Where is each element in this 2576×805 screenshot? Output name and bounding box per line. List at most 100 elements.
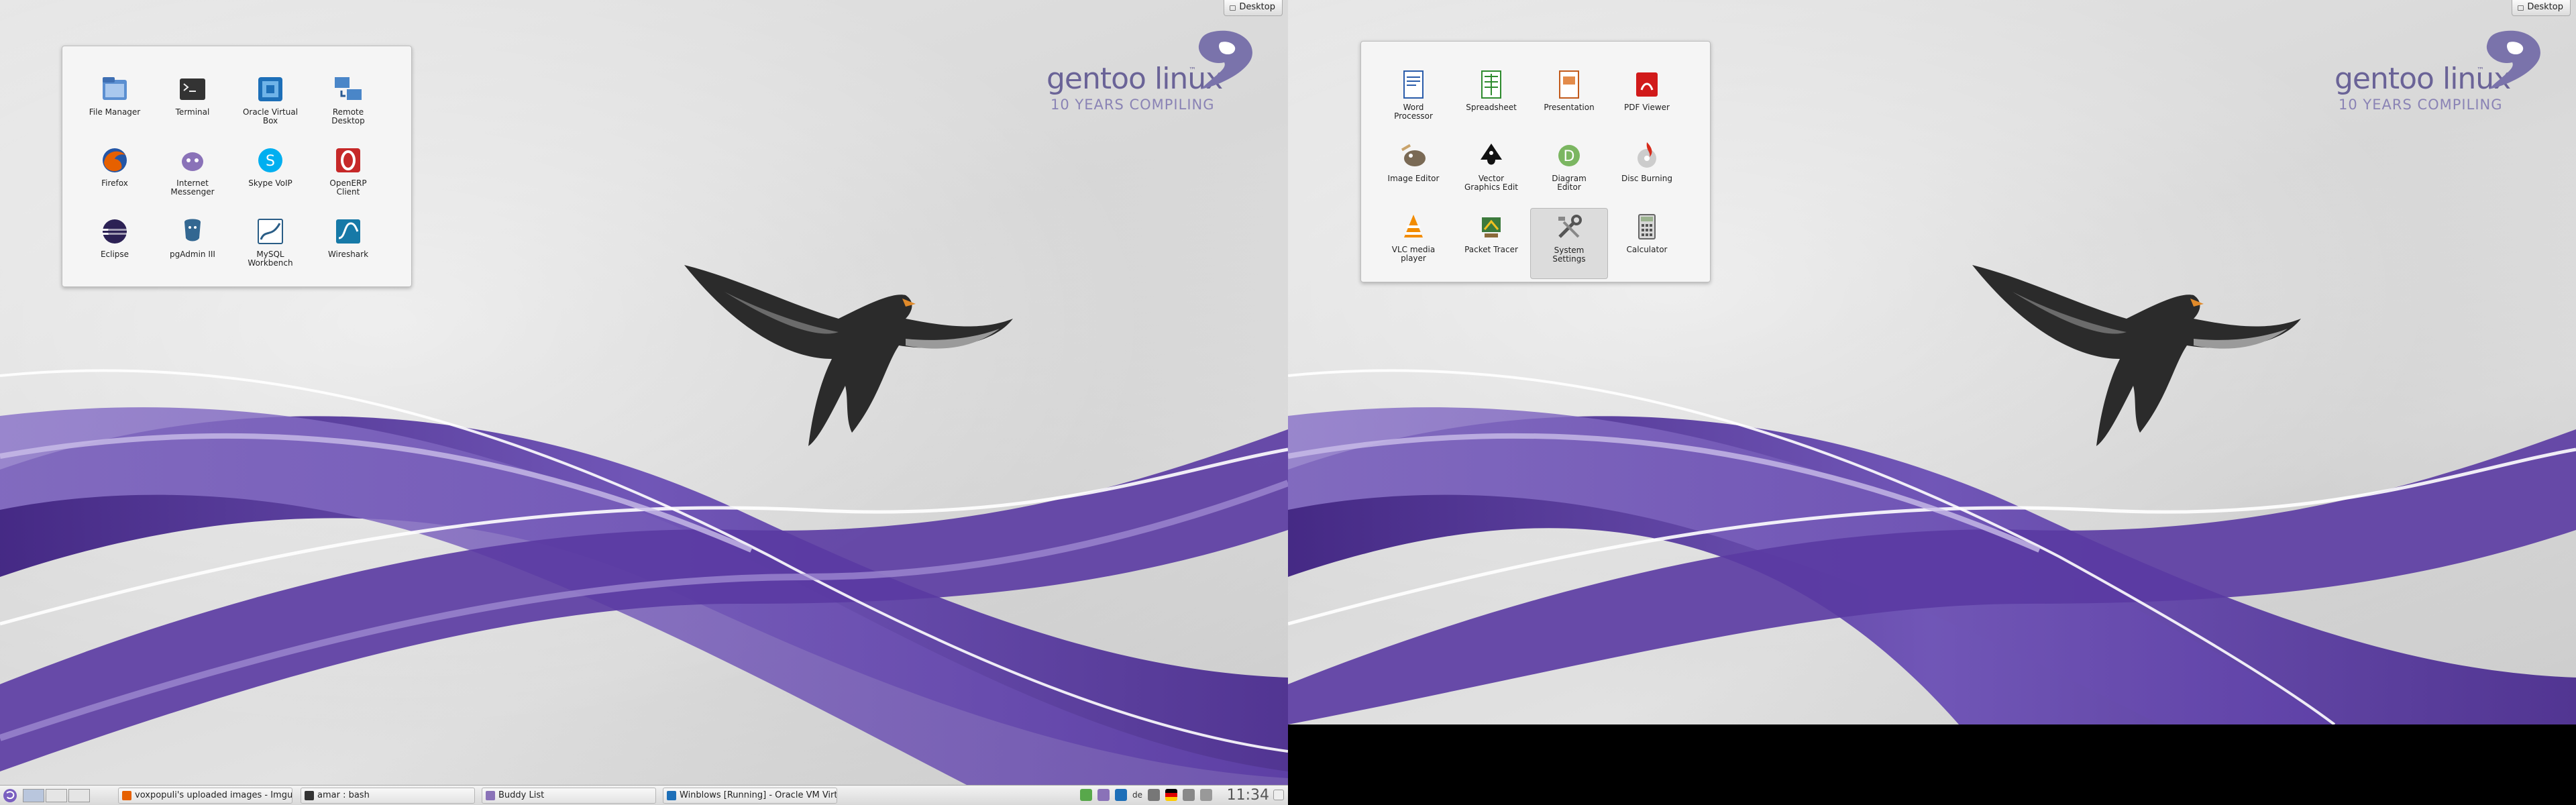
app-launcher[interactable]: System Settings (1530, 208, 1608, 279)
volume-icon[interactable] (1183, 789, 1195, 801)
app-launcher[interactable]: VLC media player (1375, 208, 1452, 279)
app-launcher[interactable]: PDF Viewer (1608, 66, 1686, 137)
app-launcher[interactable]: Disc Burning (1608, 137, 1686, 208)
pager-desktop-3[interactable] (68, 789, 90, 802)
gentoo-subtitle: 10 YEARS COMPILING (1051, 97, 1215, 113)
app-label: Vector Graphics Edit (1464, 174, 1519, 192)
app-launcher[interactable]: D Diagram Editor (1530, 137, 1608, 208)
firefox-icon (103, 148, 127, 172)
clock[interactable]: 11:34 (1227, 786, 1269, 805)
folder-view-left[interactable]: File Manager Terminal Oracle Virtual Box… (62, 46, 412, 287)
calculator-icon (1638, 214, 1656, 239)
messenger-task-icon (486, 791, 495, 800)
disc-burning-icon (1638, 142, 1656, 168)
mysql-workbench-icon (258, 219, 283, 244)
app-launcher[interactable]: Vector Graphics Edit (1452, 137, 1530, 208)
app-launcher[interactable]: Oracle Virtual Box (231, 70, 309, 142)
app-launcher[interactable]: Terminal (154, 70, 231, 142)
task-button[interactable]: amar : bash (301, 788, 475, 804)
app-label: Oracle Virtual Box (242, 107, 299, 125)
language-flag-icon[interactable] (1165, 789, 1177, 801)
presentation-icon (1559, 70, 1579, 99)
app-launcher[interactable]: pgAdmin III (154, 213, 231, 284)
app-launcher[interactable]: Spreadsheet (1452, 66, 1530, 137)
app-launcher[interactable]: Eclipse (76, 213, 154, 284)
pager-desktop-2[interactable] (46, 789, 67, 802)
eclipse-icon (103, 219, 127, 244)
messenger-icon (182, 152, 203, 171)
app-label: System Settings (1552, 246, 1586, 264)
app-launcher[interactable]: Image Editor (1375, 137, 1452, 208)
desktop-button[interactable]: Desktop (2512, 0, 2571, 16)
app-label: Wireshark (327, 250, 369, 259)
task-label: Buddy List (498, 790, 545, 800)
openerp-icon (336, 148, 360, 172)
gentoo-logo: gentoo linux ™ 10 YEARS COMPILING (2334, 25, 2556, 119)
bird-illustration (1972, 265, 2301, 446)
app-launcher[interactable]: Remote Desktop (309, 70, 387, 142)
app-grid-right: Word Processor Spreadsheet Presentation … (1375, 66, 1686, 279)
app-label: Packet Tracer (1464, 245, 1518, 254)
clipboard-icon[interactable] (1115, 789, 1127, 801)
task-button[interactable]: Winblows [Running] - Oracle VM Virt... (663, 788, 837, 804)
virtualbox-task-icon (667, 791, 676, 800)
folder-view-right[interactable]: Word Processor Spreadsheet Presentation … (1360, 41, 1711, 282)
task-label: voxpopuli's uploaded images - Imgur (135, 790, 292, 800)
app-launcher[interactable]: File Manager (76, 70, 154, 142)
taskbar: voxpopuli's uploaded images - Imgur amar… (0, 785, 1288, 805)
app-label: VLC media player (1391, 245, 1436, 263)
gentoo-g-icon (2486, 30, 2540, 89)
app-label: Word Processor (1394, 103, 1433, 121)
messenger-tray-icon[interactable] (1097, 789, 1110, 801)
app-label: Internet Messenger (170, 178, 215, 197)
app-launcher[interactable]: Calculator (1608, 208, 1686, 279)
svg-text:S: S (266, 153, 275, 170)
app-label: File Manager (89, 107, 141, 117)
system-tray: de (1080, 789, 1212, 801)
monitor-right: Desktop gentoo linux ™ 10 YEARS COMPILIN… (1288, 0, 2576, 724)
app-label: Remote Desktop (331, 107, 365, 125)
app-label: PDF Viewer (1624, 103, 1670, 112)
terminal-icon (180, 78, 205, 100)
app-launcher[interactable]: OpenERP Client (309, 142, 387, 213)
app-launcher[interactable]: Wireshark (309, 213, 387, 284)
network-icon[interactable] (1080, 789, 1092, 801)
app-launcher[interactable]: Word Processor (1375, 66, 1452, 137)
bird-illustration (684, 265, 1013, 446)
bluetooth-icon[interactable] (1148, 789, 1160, 801)
app-launcher[interactable]: Packet Tracer (1452, 208, 1530, 279)
battery-icon[interactable] (1200, 789, 1212, 801)
vector-graphics-icon (1481, 144, 1502, 165)
desktop-button[interactable]: Desktop (1224, 0, 1283, 16)
image-editor-icon (1401, 144, 1426, 166)
app-label: Spreadsheet (1466, 103, 1517, 112)
app-label: MySQL Workbench (248, 250, 293, 268)
app-label: Eclipse (100, 250, 129, 259)
app-label: Diagram Editor (1552, 174, 1587, 192)
task-button[interactable]: Buddy List (482, 788, 656, 804)
task-label: amar : bash (317, 790, 370, 800)
desktop-pager[interactable] (23, 789, 90, 802)
word-processor-icon (1403, 70, 1424, 99)
panel-toolbox-icon[interactable] (1273, 790, 1284, 800)
pgadmin-icon (184, 219, 201, 241)
vlc-icon (1404, 215, 1423, 237)
app-launcher[interactable]: Firefox (76, 142, 154, 213)
app-label: Terminal (175, 107, 210, 117)
pager-desktop-1[interactable] (23, 789, 44, 802)
remote-desktop-icon (335, 77, 362, 100)
app-label: Image Editor (1387, 174, 1440, 183)
wireshark-icon (336, 219, 360, 244)
application-menu-icon[interactable] (1, 788, 19, 804)
app-launcher[interactable]: MySQL Workbench (231, 213, 309, 284)
app-launcher[interactable]: S Skype VoIP (231, 142, 309, 213)
app-launcher[interactable]: Internet Messenger (154, 142, 231, 213)
app-launcher[interactable]: Presentation (1530, 66, 1608, 137)
task-button[interactable]: voxpopuli's uploaded images - Imgur (118, 788, 292, 804)
keyboard-layout-indicator[interactable]: de (1132, 790, 1142, 800)
app-label: OpenERP Client (329, 178, 367, 197)
skype-icon: S (258, 148, 282, 172)
app-grid-left: File Manager Terminal Oracle Virtual Box… (76, 70, 387, 284)
system-settings-icon (1558, 215, 1582, 238)
task-label: Winblows [Running] - Oracle VM Virt... (680, 790, 837, 800)
